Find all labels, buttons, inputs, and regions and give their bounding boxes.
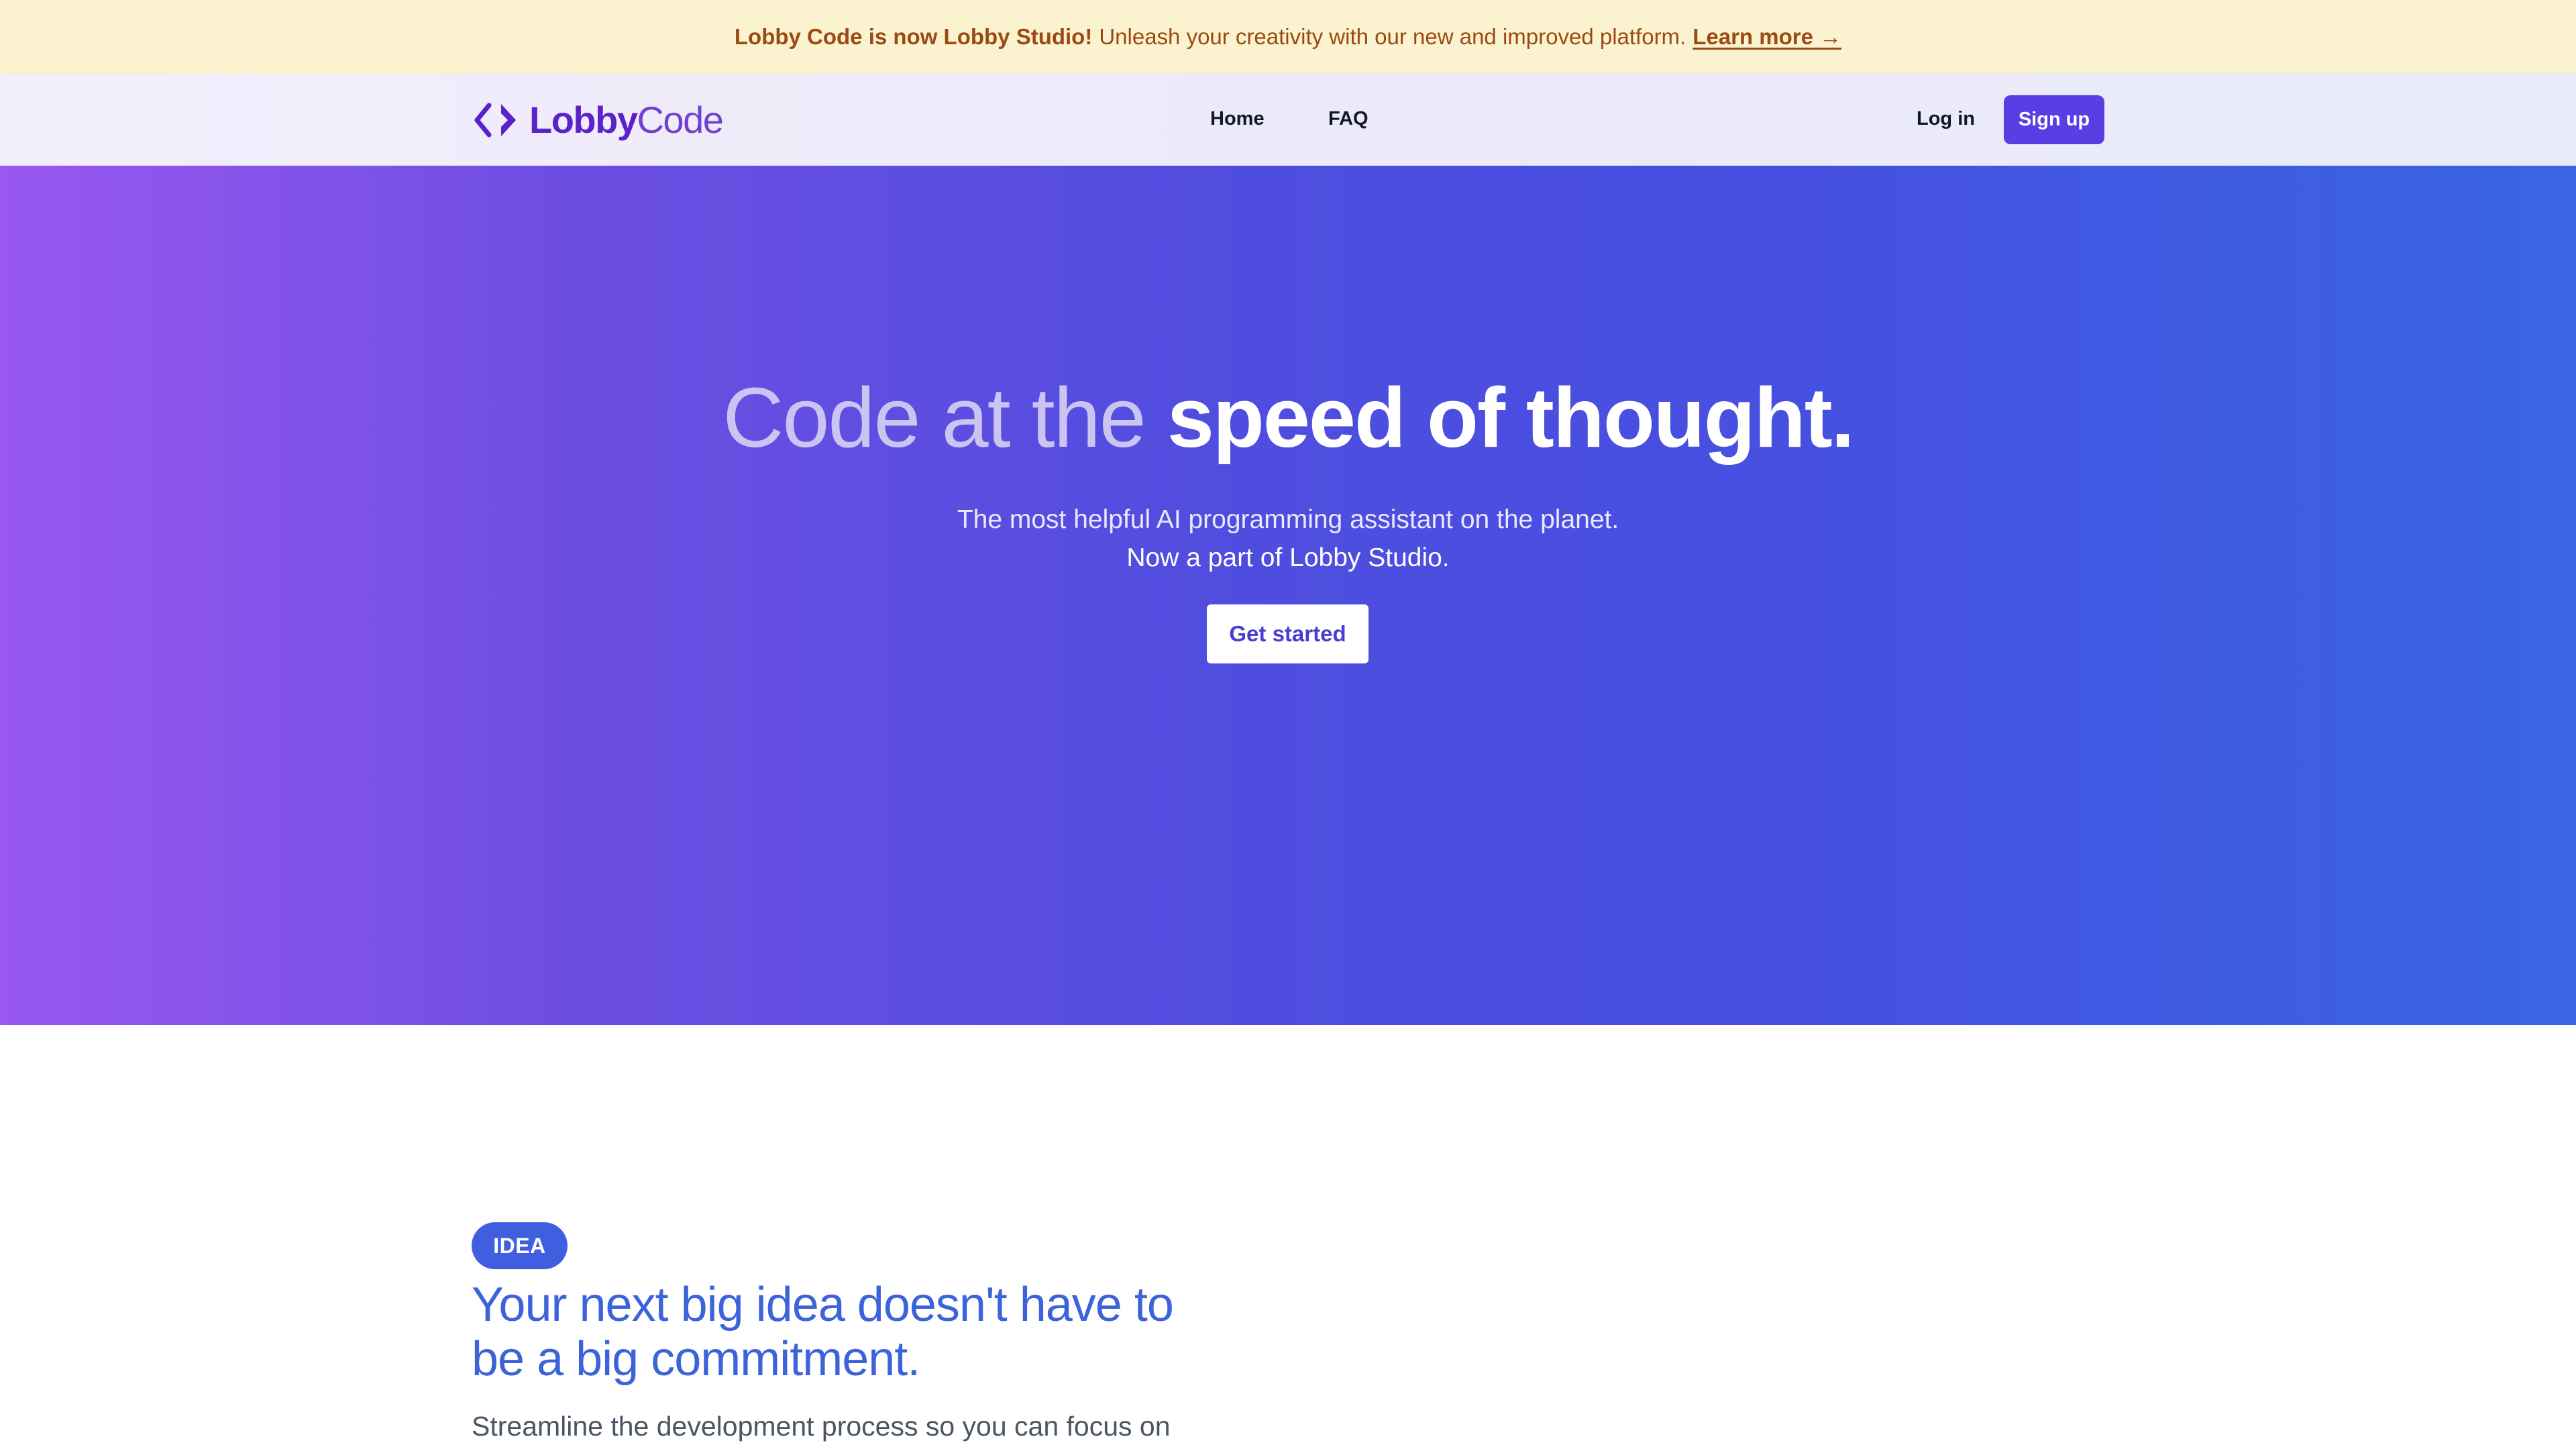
logo-word-code: Code (637, 99, 723, 141)
idea-badge: IDEA (472, 1222, 568, 1269)
get-started-button[interactable]: Get started (1207, 604, 1368, 663)
hero-section: Code at the speed of thought. The most h… (0, 166, 2576, 1025)
announcement-banner: Lobby Code is now Lobby Studio! Unleash … (0, 0, 2576, 74)
logo[interactable]: LobbyCode (472, 99, 724, 141)
hero-subtitle: The most helpful AI programming assistan… (0, 501, 2576, 577)
hero-subtitle-line1: The most helpful AI programming assistan… (957, 505, 1619, 534)
announcement-bold-text: Lobby Code is now Lobby Studio! (734, 24, 1093, 49)
section-title: Your next big idea doesn't have to be a … (472, 1278, 1174, 1386)
section-body: Streamline the development process so yo… (472, 1411, 1171, 1442)
hero-title-part1: Code at the (722, 370, 1167, 465)
logo-text: LobbyCode (529, 99, 724, 141)
code-brackets-icon (474, 103, 516, 138)
learn-more-link[interactable]: Learn more → (1693, 24, 1841, 50)
signup-button[interactable]: Sign up (2004, 95, 2104, 144)
login-link[interactable]: Log in (1917, 108, 1975, 130)
hero-title: Code at the speed of thought. (0, 370, 2576, 467)
nav-faq-link[interactable]: FAQ (1328, 108, 1368, 130)
nav-home-link[interactable]: Home (1210, 108, 1265, 130)
hero-subtitle-line2: Now a part of Lobby Studio. (1126, 543, 1450, 572)
hero-title-part2: speed of thought. (1167, 370, 1855, 465)
logo-word-lobby: Lobby (529, 99, 638, 141)
top-navbar: LobbyCode Home FAQ Log in Sign up (0, 74, 2576, 166)
announcement-message: Unleash your creativity with our new and… (1099, 24, 1686, 49)
